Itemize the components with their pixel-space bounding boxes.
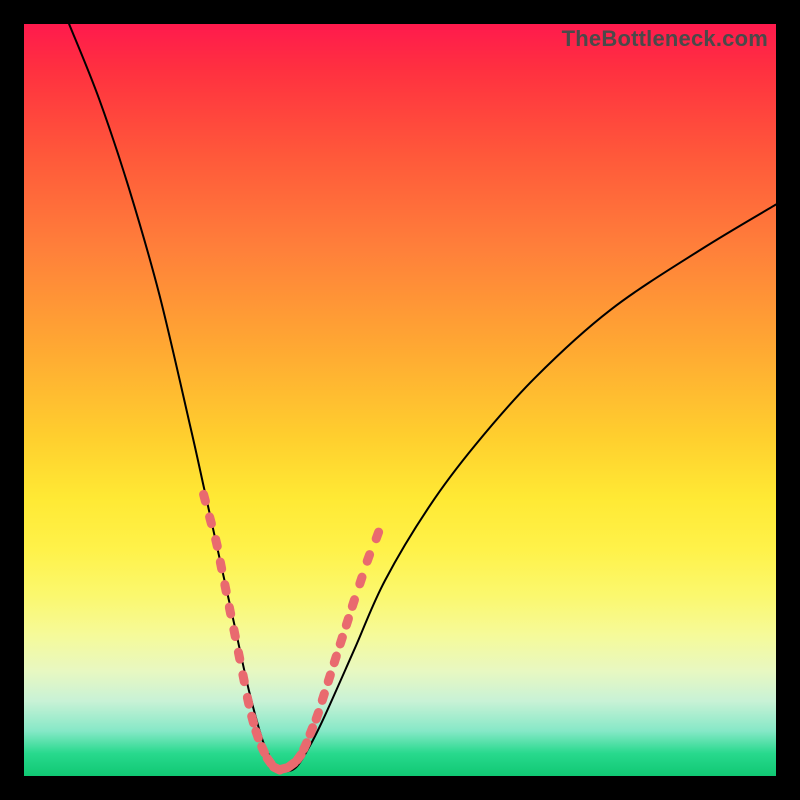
marker-point bbox=[354, 571, 368, 589]
marker-point bbox=[224, 602, 236, 619]
marker-point bbox=[215, 557, 227, 574]
marker-point bbox=[329, 650, 342, 668]
marker-point bbox=[242, 692, 254, 710]
curve-layer bbox=[24, 24, 776, 776]
marker-point bbox=[233, 647, 245, 664]
plot-area: TheBottleneck.com bbox=[24, 24, 776, 776]
marker-point bbox=[361, 549, 375, 567]
marker-point bbox=[220, 579, 232, 596]
watermark-label: TheBottleneck.com bbox=[562, 26, 768, 52]
marker-point bbox=[229, 624, 241, 641]
marker-point bbox=[304, 722, 318, 740]
highlighted-markers bbox=[198, 489, 384, 776]
chart-frame: TheBottleneck.com bbox=[0, 0, 800, 800]
marker-point bbox=[246, 711, 259, 729]
marker-point bbox=[204, 511, 217, 529]
marker-point bbox=[335, 632, 348, 650]
marker-point bbox=[210, 534, 222, 552]
marker-point bbox=[198, 489, 211, 507]
bottleneck-curve bbox=[69, 24, 776, 771]
marker-point bbox=[238, 669, 250, 686]
marker-point bbox=[317, 688, 330, 706]
marker-point bbox=[347, 594, 361, 612]
marker-point bbox=[341, 613, 354, 631]
marker-point bbox=[323, 669, 336, 687]
marker-point bbox=[370, 526, 384, 544]
